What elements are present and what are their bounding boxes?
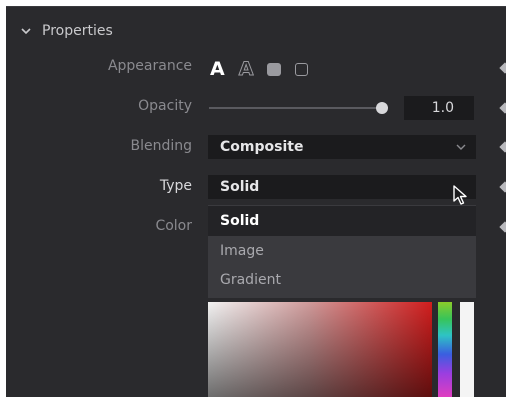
blending-dropdown[interactable]: Composite <box>208 135 476 159</box>
type-keyframe-icon[interactable] <box>499 181 506 193</box>
menu-item-image[interactable]: Image <box>208 236 476 266</box>
color-label: Color <box>155 218 192 234</box>
alpha-slider[interactable] <box>460 302 474 397</box>
appearance-options: A A <box>210 58 322 81</box>
panel-top-divider <box>6 6 506 7</box>
type-value: Solid <box>220 179 260 195</box>
blending-keyframe-icon[interactable] <box>499 141 506 153</box>
rounded-box-solid-icon[interactable] <box>267 62 282 76</box>
type-dropdown-menu: Solid Image Gradient <box>208 205 476 298</box>
blending-label: Blending <box>130 138 192 154</box>
section-title: Properties <box>42 23 113 39</box>
text-outline-icon[interactable]: A <box>238 58 254 81</box>
type-label: Type <box>159 178 192 194</box>
menu-item-gradient[interactable]: Gradient <box>208 265 476 295</box>
opacity-slider-handle[interactable] <box>376 102 388 114</box>
chevron-down-icon[interactable] <box>20 25 32 37</box>
chevron-down-icon <box>456 144 466 150</box>
color-picker-field[interactable] <box>208 302 432 397</box>
blending-value: Composite <box>220 139 304 155</box>
type-dropdown[interactable]: Solid <box>208 175 476 199</box>
opacity-slider-track[interactable] <box>209 107 385 109</box>
rounded-box-outline-icon[interactable] <box>295 62 309 76</box>
mouse-cursor-icon <box>453 185 467 205</box>
menu-item-solid[interactable]: Solid <box>208 206 476 236</box>
opacity-label: Opacity <box>138 98 192 114</box>
opacity-keyframe-icon[interactable] <box>499 102 506 114</box>
text-solid-icon[interactable]: A <box>210 58 225 80</box>
opacity-value-field[interactable]: 1.0 <box>404 96 474 120</box>
properties-header[interactable]: Properties <box>20 22 113 40</box>
properties-panel: Properties Appearance A A Opacity 1.0 Bl… <box>6 6 506 397</box>
appearance-keyframe-icon[interactable] <box>499 62 506 74</box>
hue-slider[interactable] <box>438 302 452 397</box>
appearance-label: Appearance <box>107 58 192 74</box>
color-keyframe-icon[interactable] <box>499 221 506 233</box>
